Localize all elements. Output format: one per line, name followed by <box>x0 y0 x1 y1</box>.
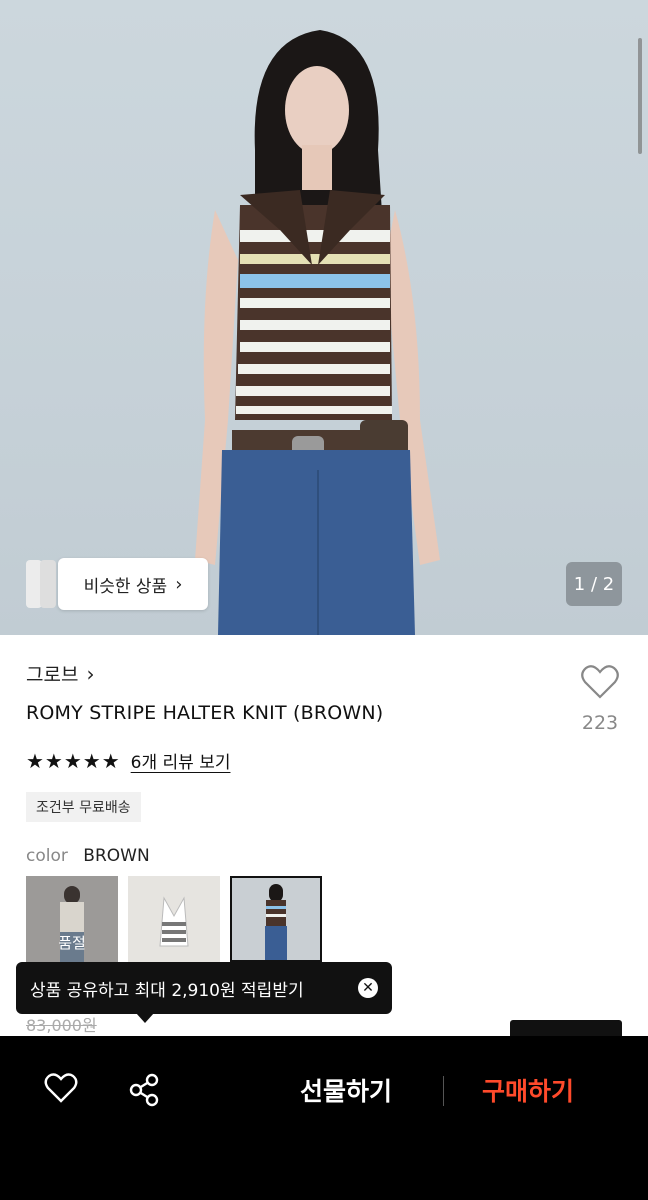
shipping-badge: 조건부 무료배송 <box>26 792 141 822</box>
share-icon <box>129 1073 159 1107</box>
review-link[interactable]: 6개 리뷰 보기 <box>131 748 231 773</box>
wishlist-count: 223 <box>581 712 619 734</box>
similar-products-label: 비슷한 상품 <box>83 576 168 597</box>
similar-products-button[interactable]: 비슷한 상품 › <box>58 558 208 610</box>
scrollbar[interactable] <box>638 38 642 154</box>
share-reward-tooltip[interactable]: 상품 공유하고 최대 2,910원 적립받기 ✕ <box>16 962 392 1023</box>
swatch-thumbnail <box>159 896 189 947</box>
bottom-action-bar <box>0 1036 648 1200</box>
swatch-sold-out[interactable]: 품절 <box>26 876 118 962</box>
brand-name: 그로브 <box>26 664 79 686</box>
model-photo <box>195 30 440 635</box>
product-image[interactable]: 비슷한 상품 › 1 / 2 <box>0 0 648 635</box>
bottom-heart-button[interactable] <box>44 1072 78 1108</box>
original-price: 83,000원 <box>26 1016 97 1035</box>
color-swatches: 품절 <box>26 876 322 962</box>
heart-icon <box>44 1073 78 1103</box>
swatch-thumbnail <box>265 884 287 960</box>
color-option: color BROWN <box>26 846 150 866</box>
swatch-selected[interactable] <box>230 876 322 962</box>
gift-button[interactable]: 선물하기 <box>300 1072 392 1108</box>
close-icon[interactable]: ✕ <box>358 978 378 998</box>
star-rating: ★★★★★ <box>26 748 121 773</box>
divider <box>443 1076 444 1106</box>
image-counter: 1 / 2 <box>566 562 622 606</box>
rating: ★★★★★ 6개 리뷰 보기 <box>26 748 231 774</box>
color-value: BROWN <box>83 846 150 866</box>
buy-button[interactable]: 구매하기 <box>482 1072 574 1108</box>
product-title: ROMY STRIPE HALTER KNIT (BROWN) <box>26 702 384 724</box>
sold-out-label: 품절 <box>58 934 86 952</box>
tooltip-tail <box>136 1013 154 1023</box>
share-button[interactable] <box>128 1073 162 1111</box>
tooltip-text: 상품 공유하고 최대 2,910원 적립받기 <box>30 980 304 1001</box>
similar-thumb <box>40 560 56 608</box>
color-label: color <box>26 846 68 866</box>
brand-link[interactable]: 그로브 › <box>26 660 94 687</box>
chevron-right-icon: › <box>175 573 183 595</box>
swatch-option[interactable] <box>128 876 220 962</box>
wishlist-button[interactable] <box>572 664 628 704</box>
chevron-right-icon: › <box>86 661 95 686</box>
heart-icon <box>581 665 619 699</box>
